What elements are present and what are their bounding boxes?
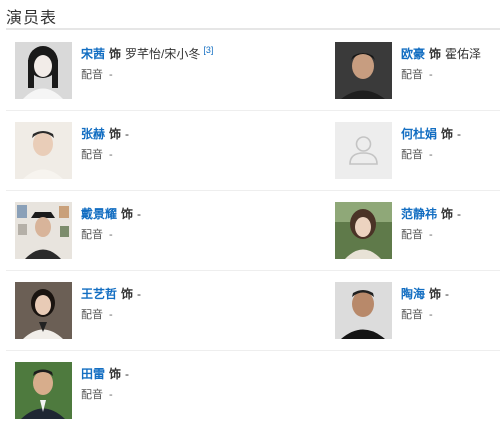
role-prefix: 饰 <box>429 47 442 61</box>
role-name: - <box>445 287 450 301</box>
actor-photo[interactable] <box>335 282 392 339</box>
actor-name-link[interactable]: 范静祎 <box>401 207 437 221</box>
actor-role-line: 范静祎饰 - <box>401 205 461 222</box>
voice-value: - <box>109 229 113 241</box>
voice-line: 配音 - <box>81 226 113 242</box>
cast-card: 欧豪饰霍佑泽 配音 - <box>335 42 495 102</box>
voice-line: 配音 - <box>81 66 113 82</box>
role-name: - <box>137 207 142 221</box>
voice-label: 配音 <box>81 309 103 321</box>
cast-card: 宋茜饰罗芊怡/宋小冬 [3] 配音 - <box>15 42 213 102</box>
actor-photo[interactable] <box>335 202 392 259</box>
title-divider <box>6 28 500 30</box>
role-prefix: 饰 <box>121 287 134 301</box>
voice-label: 配音 <box>81 149 103 161</box>
actor-name-link[interactable]: 田雷 <box>81 367 105 381</box>
cast-card: 王艺哲饰 - 配音 - <box>15 282 175 342</box>
actor-role-line: 戴景耀饰 - <box>81 205 141 222</box>
role-name: 罗芊怡/宋小冬 <box>125 47 201 61</box>
role-name: - <box>457 127 462 141</box>
actor-role-line: 陶海饰 - <box>401 285 449 302</box>
actor-name-link[interactable]: 何杜娟 <box>401 127 437 141</box>
role-name: 霍佑泽 <box>445 47 482 61</box>
row-divider <box>6 270 500 271</box>
actor-role-line: 何杜娟饰 - <box>401 125 461 142</box>
page-title: 演员表 <box>6 10 58 27</box>
voice-label: 配音 <box>401 229 423 241</box>
voice-value: - <box>109 149 113 161</box>
actor-photo[interactable] <box>335 42 392 99</box>
actor-name-link[interactable]: 陶海 <box>401 287 425 301</box>
role-prefix: 饰 <box>441 207 454 221</box>
actor-name-link[interactable]: 王艺哲 <box>81 287 117 301</box>
actor-photo[interactable] <box>15 122 72 179</box>
row-divider <box>6 110 500 111</box>
voice-line: 配音 - <box>401 226 433 242</box>
cast-card: 何杜娟饰 - 配音 - <box>335 122 495 182</box>
cast-card: 范静祎饰 - 配音 - <box>335 202 495 262</box>
cast-card: 戴景耀饰 - 配音 - <box>15 202 175 262</box>
role-prefix: 饰 <box>121 207 134 221</box>
actor-photo[interactable] <box>15 282 72 339</box>
role-name: - <box>125 127 130 141</box>
voice-value: - <box>109 389 113 401</box>
voice-value: - <box>429 69 433 81</box>
voice-label: 配音 <box>401 149 423 161</box>
voice-line: 配音 - <box>81 386 113 402</box>
cast-card: 张赫饰 - 配音 - <box>15 122 175 182</box>
voice-value: - <box>109 69 113 81</box>
voice-line: 配音 - <box>81 306 113 322</box>
actor-photo[interactable] <box>15 202 72 259</box>
role-prefix: 饰 <box>429 287 442 301</box>
role-name: - <box>137 287 142 301</box>
row-divider <box>6 190 500 191</box>
voice-value: - <box>429 309 433 321</box>
actor-name-link[interactable]: 戴景耀 <box>81 207 117 221</box>
voice-line: 配音 - <box>401 66 433 82</box>
actor-role-line: 张赫饰 - <box>81 125 129 142</box>
role-prefix: 饰 <box>441 127 454 141</box>
voice-line: 配音 - <box>401 306 433 322</box>
role-name: - <box>457 207 462 221</box>
role-prefix: 饰 <box>109 367 122 381</box>
actor-role-line: 田雷饰 - <box>81 365 129 382</box>
role-prefix: 饰 <box>109 47 122 61</box>
voice-label: 配音 <box>81 229 103 241</box>
voice-value: - <box>429 149 433 161</box>
actor-name-link[interactable]: 张赫 <box>81 127 105 141</box>
actor-photo[interactable] <box>15 362 72 419</box>
cast-card: 陶海饰 - 配音 - <box>335 282 495 342</box>
row-divider <box>6 350 500 351</box>
avatar-placeholder-icon[interactable] <box>335 122 392 179</box>
actor-name-link[interactable]: 欧豪 <box>401 47 425 61</box>
citation-link[interactable]: [3] <box>203 45 213 55</box>
voice-label: 配音 <box>401 309 423 321</box>
actor-role-line: 欧豪饰霍佑泽 <box>401 45 481 62</box>
role-name: - <box>125 367 130 381</box>
actor-photo[interactable] <box>15 42 72 99</box>
voice-line: 配音 - <box>81 146 113 162</box>
role-prefix: 饰 <box>109 127 122 141</box>
cast-card: 田雷饰 - 配音 - <box>15 362 175 422</box>
voice-value: - <box>109 309 113 321</box>
voice-line: 配音 - <box>401 146 433 162</box>
actor-role-line: 宋茜饰罗芊怡/宋小冬 [3] <box>81 45 213 62</box>
voice-label: 配音 <box>81 389 103 401</box>
voice-label: 配音 <box>81 69 103 81</box>
voice-value: - <box>429 229 433 241</box>
actor-name-link[interactable]: 宋茜 <box>81 47 105 61</box>
voice-label: 配音 <box>401 69 423 81</box>
actor-role-line: 王艺哲饰 - <box>81 285 141 302</box>
